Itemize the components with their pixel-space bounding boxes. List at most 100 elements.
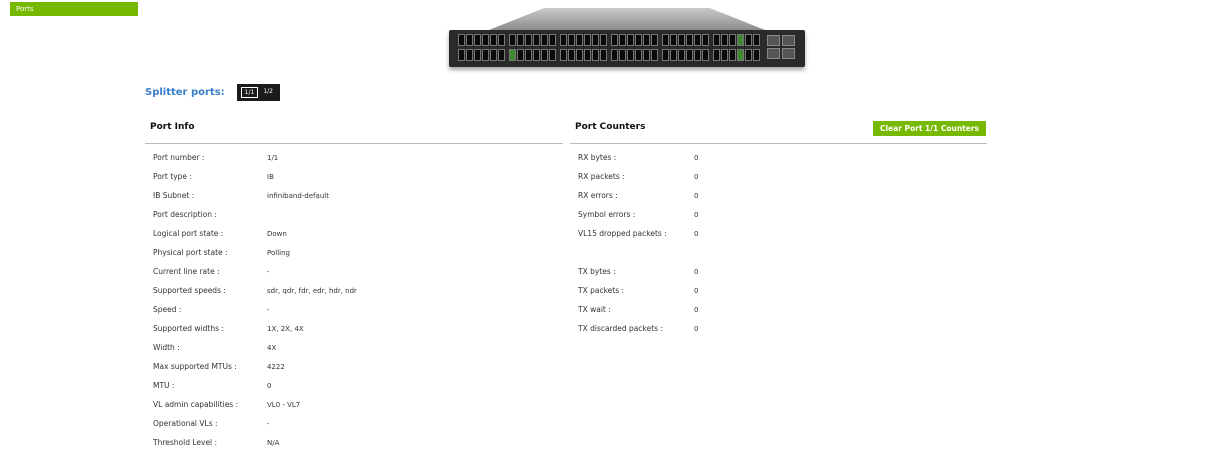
switch-port (729, 49, 736, 61)
port-info-row: Max supported MTUs : 4222 (153, 357, 285, 376)
switch-port (627, 34, 634, 46)
counter-value: 0 (694, 267, 699, 276)
port-info-label: Port number : (153, 153, 205, 162)
port-info-row: Physical port state : Polling (153, 243, 290, 262)
port-info-value: 1X, 2X, 4X (267, 324, 304, 333)
port-info-row: VL admin capabilities : VL0 - VL7 (153, 395, 300, 414)
switch-port (509, 34, 516, 46)
counter-value: 0 (694, 305, 699, 314)
switch-port (560, 49, 567, 61)
port-info-label: Port type : (153, 172, 192, 181)
switch-port (678, 34, 685, 46)
port-info-label: Width : (153, 343, 180, 352)
splitter-port-1-1[interactable]: 1/1 (240, 87, 259, 98)
port-info-row: Port number : 1/1 (153, 148, 278, 167)
port-info-label: Speed : (153, 305, 182, 314)
switch-port (568, 34, 575, 46)
switch-port (678, 49, 685, 61)
port-info-label: Operational VLs : (153, 419, 218, 428)
switch-port (753, 49, 760, 61)
port-counters-title: Port Counters (575, 122, 646, 132)
switch-port (721, 34, 728, 46)
switch-port (466, 34, 473, 46)
switch-port (466, 49, 473, 61)
port-info-divider (145, 143, 563, 144)
port-info-value: 4X (267, 343, 277, 352)
splitter-selector: 1/1 1/2 (236, 84, 280, 101)
switch-port (458, 34, 465, 46)
switch-port (686, 49, 693, 61)
switch-port (721, 49, 728, 61)
port-info-row: Supported speeds : sdr, qdr, fdr, edr, hd… (153, 281, 357, 300)
switch-port (635, 49, 642, 61)
port-info-label: IB Subnet : (153, 191, 195, 200)
port-info-value: sdr, qdr, fdr, edr, hdr, ndr (267, 286, 357, 295)
port-info-value: N/A (267, 438, 280, 447)
port-row-bottom (458, 49, 760, 61)
switch-port (525, 49, 532, 61)
counter-label: TX wait : (578, 305, 611, 314)
switch-port (549, 49, 556, 61)
switch-port (729, 34, 736, 46)
switch-port (737, 49, 744, 61)
port-info-label: Port description : (153, 210, 217, 219)
switch-port (635, 34, 642, 46)
switch-port (600, 34, 607, 46)
port-info-label: Max supported MTUs : (153, 362, 237, 371)
switch-port (498, 34, 505, 46)
counter-value: 0 (694, 286, 699, 295)
splitter-ports-label: Splitter ports: (145, 87, 225, 98)
port-info-value: - (267, 267, 270, 276)
switch-port (694, 49, 701, 61)
counter-label: VL15 dropped packets : (578, 229, 667, 238)
switch-port (745, 34, 752, 46)
switch-port (651, 49, 658, 61)
port-row-top (458, 34, 760, 46)
switch-port (576, 34, 583, 46)
port-info-value: Polling (267, 248, 290, 257)
switch-port (490, 34, 497, 46)
switch-port (474, 34, 481, 46)
switch-port (651, 34, 658, 46)
clear-counters-button[interactable]: Clear Port 1/1 Counters (873, 121, 986, 136)
tab-ports[interactable]: Ports (10, 2, 138, 16)
counter-row: TX wait : 0 (578, 300, 698, 319)
port-info-value: 0 (267, 381, 272, 390)
port-info-value: 4222 (267, 362, 285, 371)
switch-port (482, 49, 489, 61)
port-info-value: IB (267, 172, 274, 181)
port-info-row: Port type : IB (153, 167, 274, 186)
switch-port (611, 34, 618, 46)
switch-port (737, 34, 744, 46)
switch-port (509, 49, 516, 61)
switch-port (533, 49, 540, 61)
port-info-row: Logical port state : Down (153, 224, 287, 243)
port-info-value: 1/1 (267, 153, 279, 162)
switch-port (619, 49, 626, 61)
port-info-label: Physical port state : (153, 248, 228, 257)
switch-port (458, 49, 465, 61)
switch-port (627, 49, 634, 61)
port-info-row: Supported widths : 1X, 2X, 4X (153, 319, 304, 338)
counter-label: Symbol errors : (578, 210, 636, 219)
port-info-label: Supported widths : (153, 324, 224, 333)
switch-image (449, 8, 805, 72)
switch-port (584, 34, 591, 46)
switch-port (490, 49, 497, 61)
counter-row: RX packets : 0 (578, 167, 698, 186)
counter-value: 0 (694, 324, 699, 333)
switch-port (745, 49, 752, 61)
port-info-row: Operational VLs : - (153, 414, 270, 433)
switch-port (592, 34, 599, 46)
switch-port (541, 49, 548, 61)
counter-label: RX packets : (578, 172, 625, 181)
port-info-value: - (267, 305, 270, 314)
switch-port (753, 34, 760, 46)
switch-port (702, 34, 709, 46)
switch-port (576, 49, 583, 61)
splitter-port-1-2[interactable]: 1/2 (260, 87, 276, 98)
switch-port (702, 49, 709, 61)
switch-port (643, 49, 650, 61)
counter-value: 0 (694, 172, 699, 181)
port-info-title: Port Info (150, 122, 195, 132)
